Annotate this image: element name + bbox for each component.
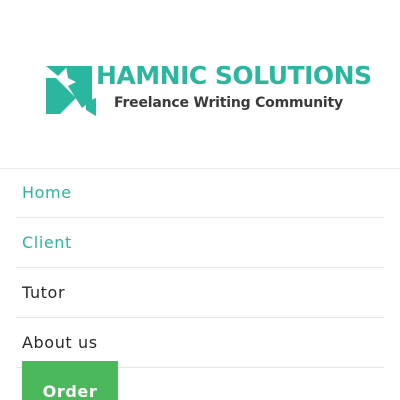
page: HAMNIC SOLUTIONS Freelance Writing Commu… (0, 0, 400, 400)
nav-item-home[interactable]: Home (16, 168, 384, 218)
order-button[interactable]: Order (22, 361, 118, 400)
main-navigation: Home Client Tutor About us (16, 168, 384, 368)
site-header: HAMNIC SOLUTIONS Freelance Writing Commu… (0, 0, 400, 169)
hamnic-logo-mark-icon (46, 66, 96, 116)
logo-title: HAMNIC SOLUTIONS (96, 61, 372, 90)
site-logo[interactable]: HAMNIC SOLUTIONS Freelance Writing Commu… (46, 62, 372, 118)
nav-item-client[interactable]: Client (16, 218, 384, 268)
logo-subtitle: Freelance Writing Community (114, 95, 343, 111)
nav-item-tutor[interactable]: Tutor (16, 268, 384, 318)
